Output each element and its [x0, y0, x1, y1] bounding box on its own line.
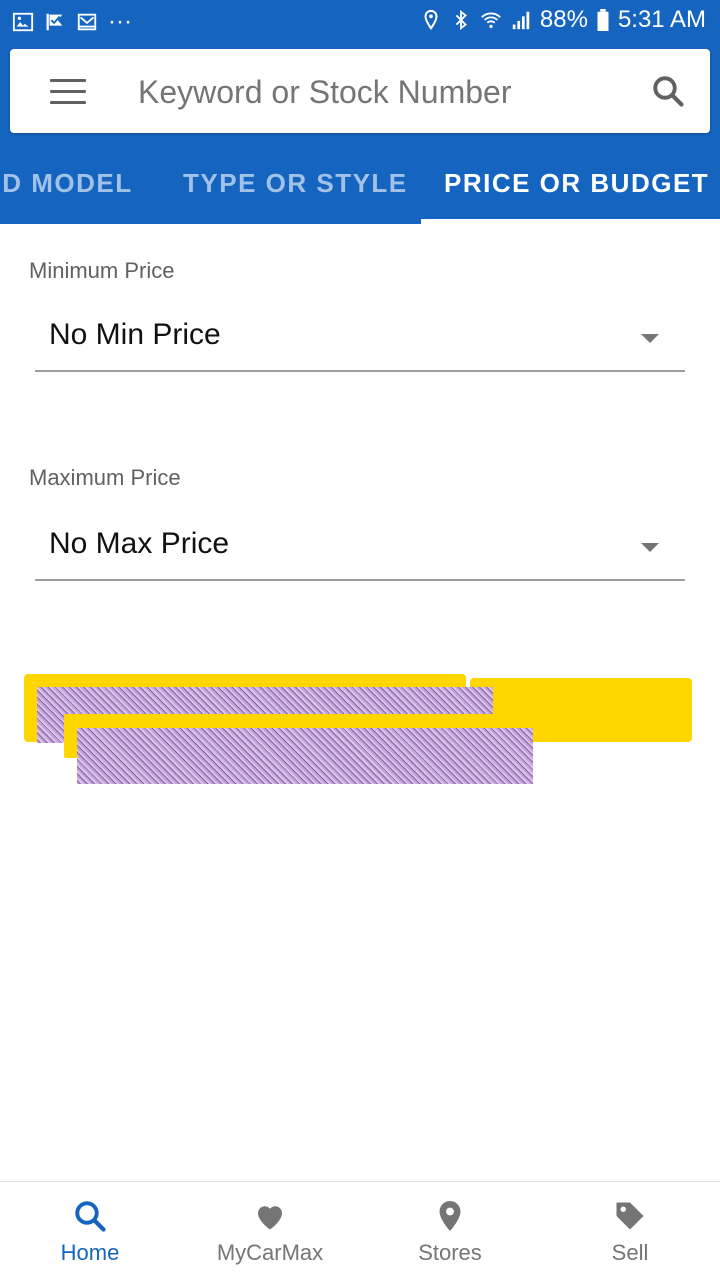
redacted-text-block — [77, 728, 533, 784]
minimum-price-select[interactable]: No Min Price — [35, 308, 685, 372]
nav-sell-label: Sell — [611, 1240, 649, 1265]
heart-icon — [258, 1206, 282, 1230]
bottom-navigation: Home MyCarMax Stores Sell — [0, 1181, 720, 1281]
nav-stores-label: Stores — [418, 1240, 482, 1265]
tab-make-and-model[interactable]: ND MODEL — [0, 142, 133, 224]
location-icon — [424, 9, 438, 30]
tag-icon — [616, 1202, 644, 1230]
mail-icon — [77, 13, 97, 31]
more-dots-icon: ··· — [108, 8, 132, 35]
dropdown-arrow-icon — [641, 334, 659, 343]
tab-bar: ND MODEL TYPE OR STYLE PRICE OR BUDGET — [0, 142, 720, 224]
active-tab-indicator — [421, 219, 720, 224]
clock: 5:31 AM — [617, 6, 706, 33]
status-bar-left: ··· — [12, 8, 132, 36]
bluetooth-icon — [455, 9, 467, 31]
tab-price-or-budget[interactable]: PRICE OR BUDGET — [444, 142, 709, 224]
search-bar — [10, 49, 710, 133]
battery-percent: 88% — [539, 6, 588, 33]
maximum-price-value: No Max Price — [49, 527, 230, 560]
image-icon — [12, 12, 34, 32]
signal-icon — [512, 11, 530, 30]
check-flag-icon — [46, 13, 63, 31]
dropdown-arrow-icon — [641, 543, 659, 552]
hamburger-menu-icon[interactable] — [50, 79, 86, 105]
wifi-icon — [481, 12, 501, 29]
minimum-price-value: No Min Price — [49, 318, 221, 351]
search-icon — [75, 1201, 106, 1232]
location-pin-icon — [439, 1201, 461, 1231]
nav-mycarmax-label: MyCarMax — [216, 1240, 324, 1265]
nav-sell[interactable]: Sell — [540, 1182, 720, 1281]
status-bar: ··· 88% 5:31 AM — [0, 0, 720, 42]
status-bar-right: 88% 5:31 AM — [420, 6, 706, 34]
search-input[interactable] — [136, 63, 620, 121]
maximum-price-label: Maximum Price — [29, 465, 181, 490]
nav-home-label: Home — [60, 1240, 120, 1265]
app-bar: ND MODEL TYPE OR STYLE PRICE OR BUDGET — [0, 42, 720, 224]
redacted-button-area — [0, 670, 720, 790]
search-icon[interactable] — [650, 73, 686, 109]
minimum-price-label: Minimum Price — [29, 258, 175, 283]
nav-home[interactable]: Home — [0, 1182, 180, 1281]
nav-stores[interactable]: Stores — [360, 1182, 540, 1281]
nav-mycarmax[interactable]: MyCarMax — [180, 1182, 360, 1281]
tab-type-or-style[interactable]: TYPE OR STYLE — [183, 142, 408, 224]
maximum-price-select[interactable]: No Max Price — [35, 517, 685, 581]
battery-icon — [597, 9, 609, 31]
